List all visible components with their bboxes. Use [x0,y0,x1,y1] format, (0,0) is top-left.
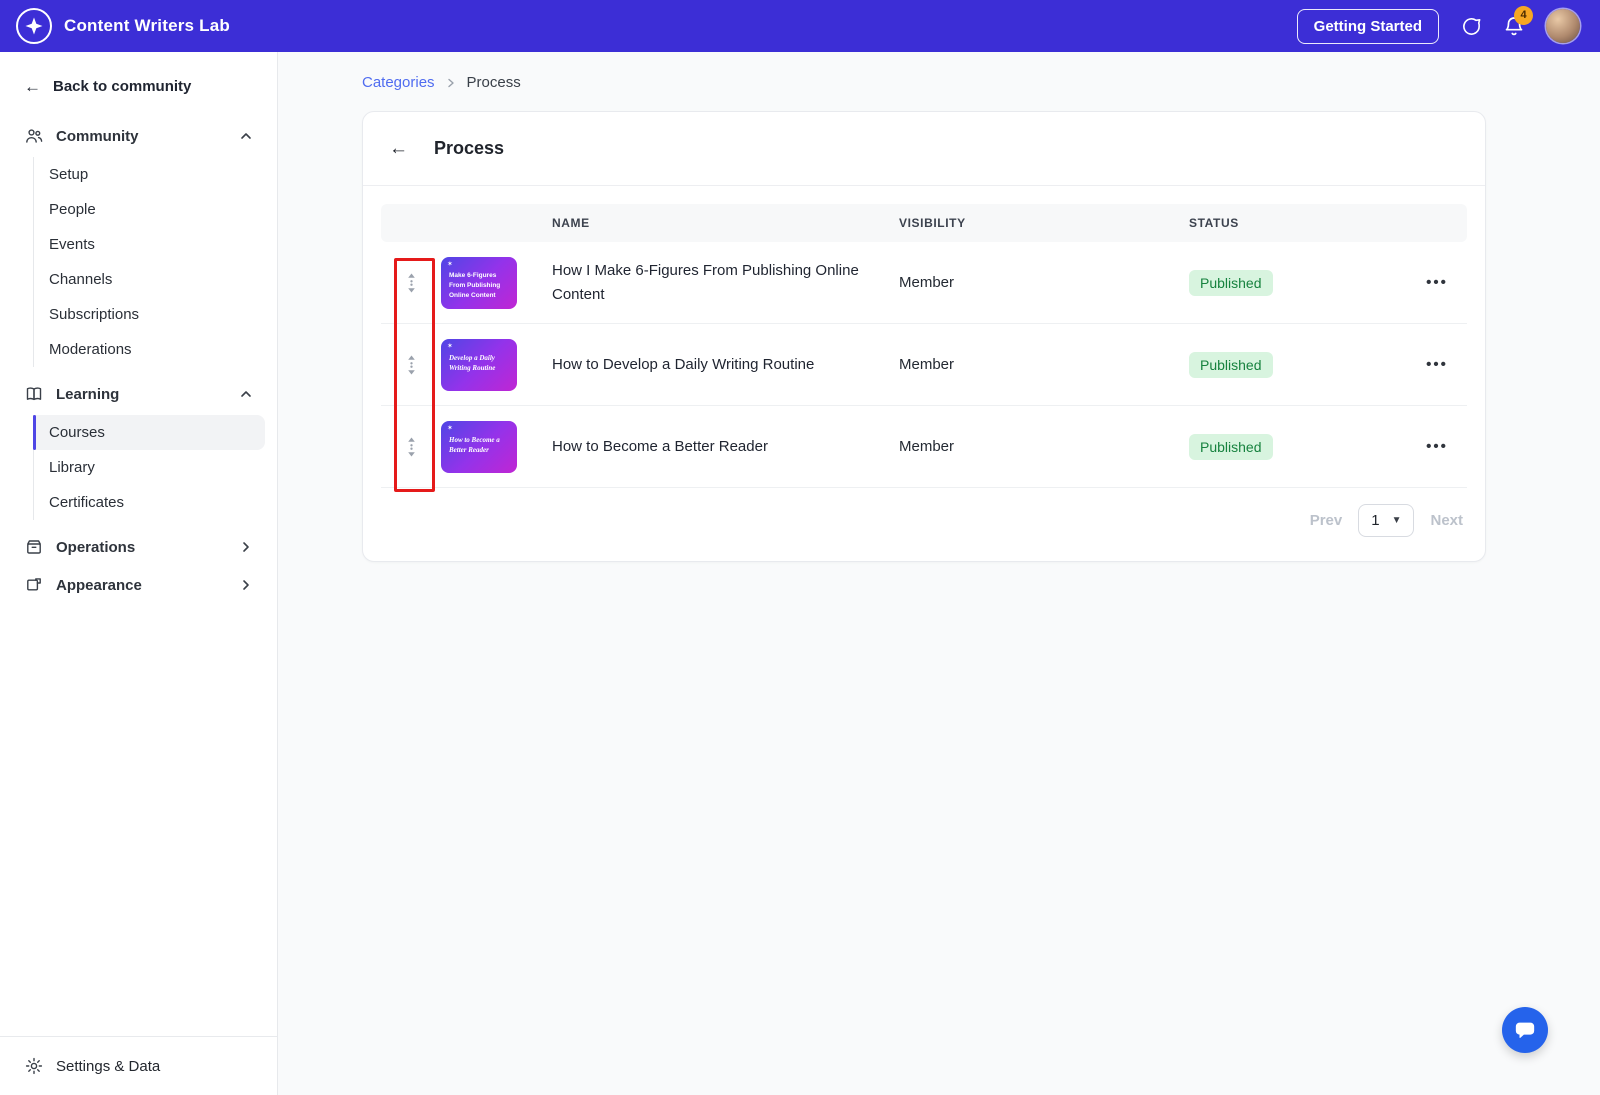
thumbnail-star-icon: ✶ [447,260,453,268]
community-subitems: Setup People Events Channels Subscriptio… [33,157,265,367]
admin-sidebar: ← Back to community Community Setup Peop… [0,52,278,1095]
table-row: ✶ Make 6-Figures From Publishing Online … [381,242,1467,324]
caret-down-icon: ▼ [1391,515,1402,526]
breadcrumb-chevron-icon [445,77,457,89]
back-to-community-link[interactable]: ← Back to community [0,52,277,117]
table-row: ✶ Develop a Daily Writing Routine How to… [381,324,1467,406]
thumbnail-title: How to Become a Better Reader [449,435,500,455]
sidebar-item-setup[interactable]: Setup [34,157,265,192]
main-content: Categories Process ← Process NAME VISIBI… [278,52,1600,1095]
appearance-section-label: Appearance [56,576,142,594]
chevron-up-icon [239,387,253,401]
course-visibility: Member [899,356,955,373]
table-header-row: NAME VISIBILITY STATUS [381,204,1467,242]
sidebar-item-certificates[interactable]: Certificates [34,485,265,520]
operations-section-label: Operations [56,538,136,556]
table-header-status: STATUS [1189,216,1239,230]
course-visibility: Member [899,438,955,455]
messages-icon[interactable] [1461,16,1482,37]
back-arrow-icon[interactable]: ← [389,139,408,158]
course-name[interactable]: How to Develop a Daily Writing Routine [537,353,899,377]
row-actions-menu-icon[interactable]: ••• [1426,275,1448,290]
category-card: ← Process NAME VISIBILITY STATUS ✶ Make … [362,111,1486,562]
status-badge: Published [1189,269,1273,296]
course-name[interactable]: How I Make 6-Figures From Publishing Onl… [537,259,899,307]
thumbnail-title: Make 6-Figures From Publishing Online Co… [449,271,501,299]
user-avatar[interactable] [1546,9,1580,43]
page-number-value: 1 [1371,512,1380,529]
brand: Content Writers Lab [16,8,230,44]
sidebar-section-appearance[interactable]: Appearance [12,566,265,604]
pagination: Prev 1 ▼ Next [363,488,1485,561]
course-visibility: Member [899,274,955,291]
chevron-right-icon [239,578,253,592]
status-cell: Published [1189,351,1409,378]
row-actions-menu-icon[interactable]: ••• [1426,439,1448,454]
status-badge: Published [1189,351,1273,378]
card-header: ← Process [363,112,1485,186]
community-section-label: Community [56,127,139,145]
back-arrow-icon: ← [24,77,41,96]
topbar: Content Writers Lab Getting Started 4 [0,0,1600,52]
chevron-up-icon [239,129,253,143]
brand-name: Content Writers Lab [64,16,230,35]
table-header-name: NAME [552,216,590,230]
breadcrumb: Categories Process [362,74,1486,91]
breadcrumb-categories-link[interactable]: Categories [362,74,435,91]
pagination-prev-button[interactable]: Prev [1310,512,1343,529]
courses-table: NAME VISIBILITY STATUS ✶ Make 6-Figures … [363,186,1485,492]
learning-section-label: Learning [56,385,120,403]
pagination-next-button[interactable]: Next [1430,512,1463,529]
thumbnail-star-icon: ✶ [447,424,453,432]
settings-and-data-label: Settings & Data [56,1057,161,1075]
sidebar-item-people[interactable]: People [34,192,265,227]
sidebar-section-learning[interactable]: Learning [12,375,265,413]
sidebar-section-community[interactable]: Community [12,117,265,155]
notification-count-badge: 4 [1514,5,1533,25]
notifications-bell-icon[interactable]: 4 [1504,5,1533,37]
course-thumbnail[interactable]: ✶ Develop a Daily Writing Routine [441,338,537,391]
page-title: Process [434,138,505,158]
sidebar-item-moderations[interactable]: Moderations [34,332,265,367]
settings-and-data-link[interactable]: Settings & Data [0,1036,277,1095]
sidebar-item-events[interactable]: Events [34,227,265,262]
sidebar-item-channels[interactable]: Channels [34,262,265,297]
back-to-community-label: Back to community [53,78,192,95]
chat-widget-button[interactable] [1502,1007,1548,1053]
appearance-icon [24,576,44,594]
course-thumbnail[interactable]: ✶ Make 6-Figures From Publishing Online … [441,256,537,309]
table-row: ✶ How to Become a Better Reader How to B… [381,406,1467,488]
sidebar-item-courses[interactable]: Courses [33,415,265,450]
course-name[interactable]: How to Become a Better Reader [537,435,899,459]
thumbnail-title: Develop a Daily Writing Routine [449,353,496,373]
thumbnail-star-icon: ✶ [447,342,453,350]
brand-logo-icon[interactable] [16,8,52,44]
table-header-visibility: VISIBILITY [899,216,966,230]
breadcrumb-current: Process [466,74,521,91]
gear-icon [24,1057,44,1075]
chevron-right-icon [239,540,253,554]
course-thumbnail[interactable]: ✶ How to Become a Better Reader [441,420,537,473]
status-badge: Published [1189,433,1273,460]
getting-started-button[interactable]: Getting Started [1296,8,1439,44]
sidebar-item-library[interactable]: Library [34,450,265,485]
community-icon [24,127,44,145]
sidebar-section-operations[interactable]: Operations [12,528,265,566]
drag-handle-icon[interactable] [381,355,441,375]
operations-icon [24,538,44,556]
drag-handle-icon[interactable] [381,437,441,457]
status-cell: Published [1189,433,1409,460]
page-number-select[interactable]: 1 ▼ [1358,504,1415,537]
row-actions-menu-icon[interactable]: ••• [1426,357,1448,372]
status-cell: Published [1189,269,1409,296]
learning-subitems: Courses Library Certificates [33,415,265,520]
sidebar-item-subscriptions[interactable]: Subscriptions [34,297,265,332]
learning-icon [24,385,44,403]
drag-handle-icon[interactable] [381,273,441,293]
